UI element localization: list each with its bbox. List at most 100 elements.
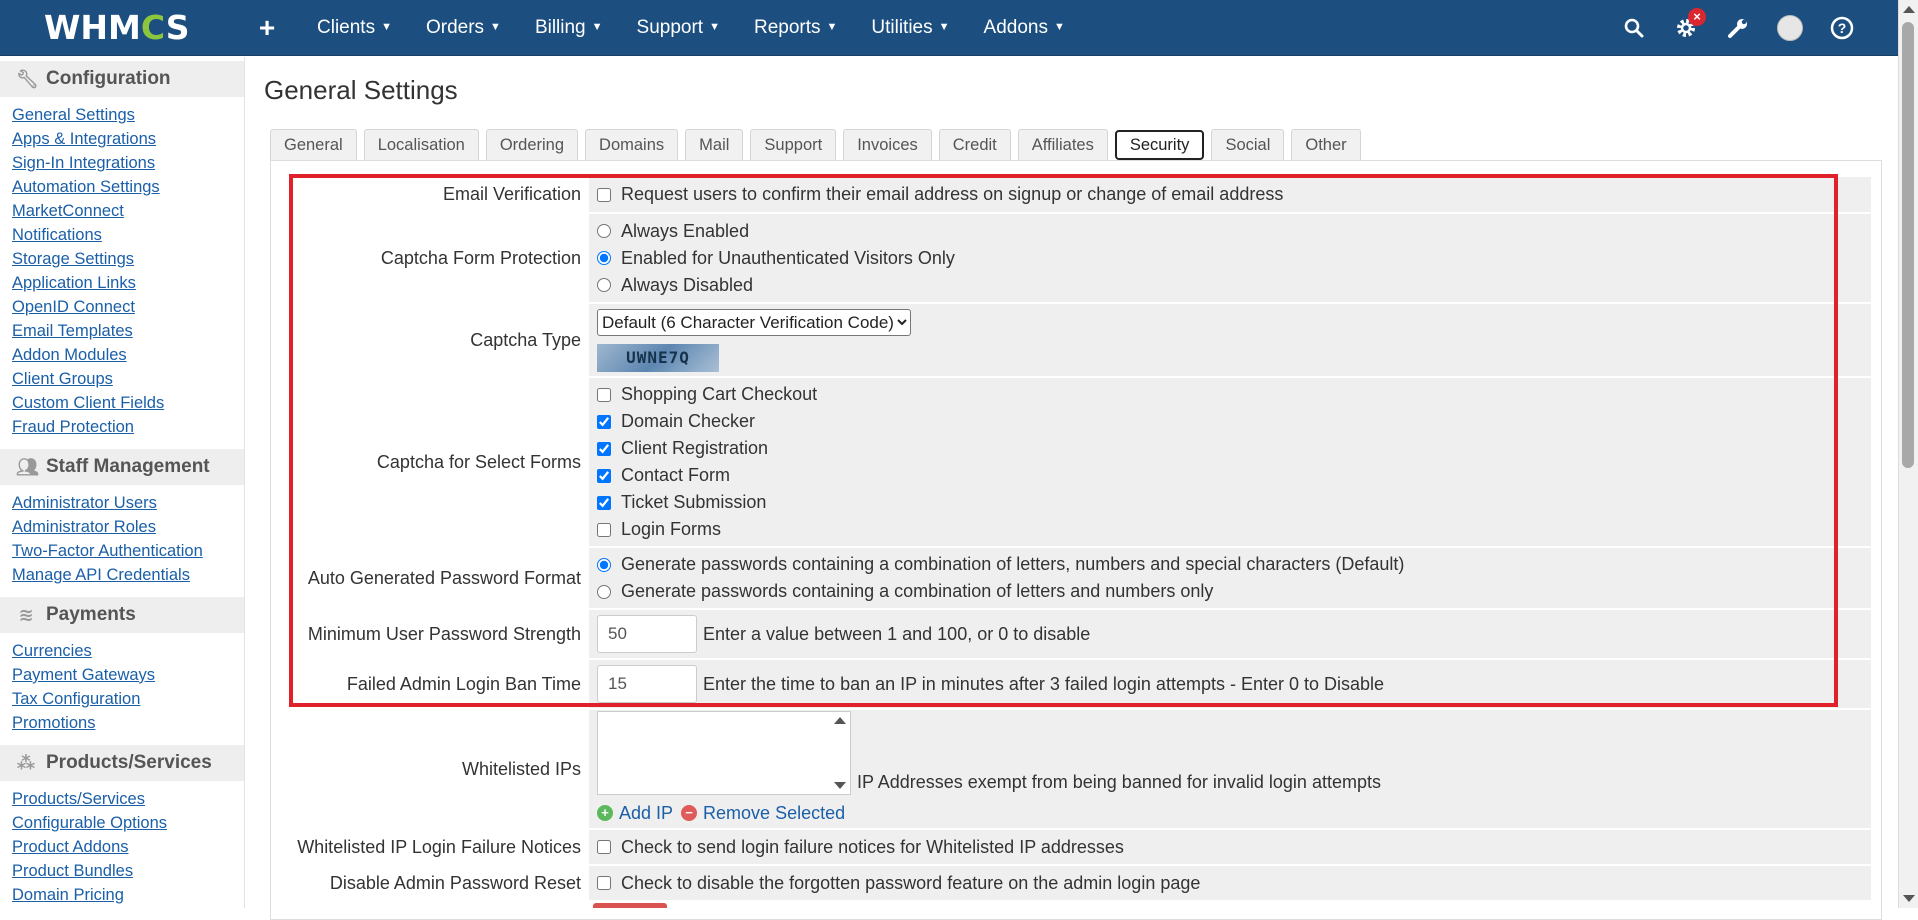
whitelist-notices-checkbox[interactable] [597, 840, 611, 854]
tab-general[interactable]: General [270, 129, 357, 161]
sidebar-link-two-factor-authentication[interactable]: Two-Factor Authentication [12, 539, 244, 563]
password-format-option-alnum[interactable]: Generate passwords containing a combinat… [597, 578, 1870, 605]
option-label: Request users to confirm their email add… [621, 184, 1284, 204]
notification-badge[interactable]: × [1688, 8, 1706, 26]
tab-other[interactable]: Other [1291, 129, 1361, 161]
sidebar-link-openid-connect[interactable]: OpenID Connect [12, 295, 244, 319]
form-option-domain-checker[interactable]: Domain Checker [597, 408, 1870, 435]
captcha-option-unauthenticated[interactable]: Enabled for Unauthenticated Visitors Onl… [597, 245, 1870, 272]
nav-clients[interactable]: Clients ▼ [300, 17, 409, 39]
radio-password-alnum[interactable] [597, 584, 611, 599]
nav-billing[interactable]: Billing ▼ [518, 17, 620, 39]
sidebar-link-product-bundles[interactable]: Product Bundles [12, 859, 244, 883]
radio-always-disabled[interactable] [597, 278, 611, 292]
whitelisted-ips-list[interactable] [597, 711, 851, 795]
sidebar-link-administrator-users[interactable]: Administrator Users [12, 491, 244, 515]
radio-always-enabled[interactable] [597, 224, 611, 238]
tab-ordering[interactable]: Ordering [485, 129, 579, 161]
remove-selected-button[interactable]: − Remove Selected [673, 803, 845, 824]
sidebar-link-tax-configuration[interactable]: Tax Configuration [12, 687, 244, 711]
nav-reports[interactable]: Reports ▼ [737, 17, 854, 39]
form-option-ticket-submission[interactable]: Ticket Submission [597, 489, 1870, 516]
tab-domains[interactable]: Domains [585, 129, 679, 161]
sidebar-link-product-addons[interactable]: Product Addons [12, 835, 244, 859]
quick-add-button[interactable]: + [252, 12, 282, 44]
add-ip-button[interactable]: + Add IP [597, 803, 673, 824]
scroll-down-arrow-icon[interactable] [834, 782, 846, 789]
tab-invoices[interactable]: Invoices [843, 129, 932, 161]
form-option-client-registration[interactable]: Client Registration [597, 435, 1870, 462]
radio-unauthenticated[interactable] [597, 251, 611, 265]
checkbox-login-forms[interactable] [597, 522, 611, 537]
page-scrollbar[interactable] [1898, 0, 1918, 908]
min-password-strength-input[interactable] [597, 615, 697, 653]
sidebar-link-payment-gateways[interactable]: Payment Gateways [12, 663, 244, 687]
sidebar-link-currencies[interactable]: Currencies [12, 639, 244, 663]
scroll-up-arrow-icon[interactable] [834, 717, 846, 724]
help-icon[interactable]: ? [1816, 0, 1868, 56]
tab-mail[interactable]: Mail [685, 129, 744, 161]
sidebar-link-notifications[interactable]: Notifications [12, 223, 244, 247]
scroll-down-arrow-icon[interactable] [1903, 895, 1915, 902]
sidebar-link-custom-client-fields[interactable]: Custom Client Fields [12, 391, 244, 415]
whitelist-notices-option[interactable]: Check to send login failure notices for … [597, 834, 1870, 861]
disable-password-reset-option[interactable]: Check to disable the forgotten password … [597, 870, 1870, 897]
password-format-option-special[interactable]: Generate passwords containing a combinat… [597, 551, 1870, 578]
checkbox-shopping-cart[interactable] [597, 387, 611, 402]
disable-password-reset-checkbox[interactable] [597, 876, 611, 890]
form-option-shopping-cart[interactable]: Shopping Cart Checkout [597, 381, 1870, 408]
sidebar-link-fraud-protection[interactable]: Fraud Protection [12, 415, 244, 439]
sidebar-link-administrator-roles[interactable]: Administrator Roles [12, 515, 244, 539]
sidebar-link-general-settings[interactable]: General Settings [12, 103, 244, 127]
email-verification-option[interactable]: Request users to confirm their email add… [597, 181, 1870, 208]
scrollbar-thumb[interactable] [1902, 22, 1914, 468]
nav-addons[interactable]: Addons ▼ [967, 17, 1082, 39]
form-option-login-forms[interactable]: Login Forms [597, 516, 1870, 543]
sidebar-section-configuration: 🔧︎ Configuration [0, 61, 244, 97]
checkbox-client-registration[interactable] [597, 441, 611, 456]
nav-utilities[interactable]: Utilities ▼ [854, 17, 966, 39]
whmcs-logo[interactable]: WHMCS [44, 8, 204, 47]
sidebar-link-promotions[interactable]: Promotions [12, 711, 244, 735]
sidebar-link-sign-in-integrations[interactable]: Sign-In Integrations [12, 151, 244, 175]
sidebar-link-domain-pricing[interactable]: Domain Pricing [12, 883, 244, 907]
checkbox-contact-form[interactable] [597, 468, 611, 483]
sidebar-link-application-links[interactable]: Application Links [12, 271, 244, 295]
captcha-type-select[interactable]: Default (6 Character Verification Code) [597, 308, 911, 336]
captcha-option-always-disabled[interactable]: Always Disabled [597, 272, 1870, 299]
tab-social[interactable]: Social [1211, 129, 1285, 161]
sidebar-link-marketconnect[interactable]: MarketConnect [12, 199, 244, 223]
row-captcha-type: Captcha Type Default (6 Character Verifi… [281, 303, 1871, 378]
partially-visible-button[interactable] [593, 903, 667, 908]
radio-password-special[interactable] [597, 557, 611, 572]
nav-support[interactable]: Support ▼ [620, 17, 737, 39]
checkbox-ticket-submission[interactable] [597, 495, 611, 510]
form-option-contact-form[interactable]: Contact Form [597, 462, 1870, 489]
gear-icon[interactable]: × [1660, 0, 1712, 56]
tab-affiliates[interactable]: Affiliates [1017, 129, 1108, 161]
sidebar-link-manage-api-credentials[interactable]: Manage API Credentials [12, 563, 244, 587]
nav-orders[interactable]: Orders ▼ [409, 17, 518, 39]
sidebar-link-storage-settings[interactable]: Storage Settings [12, 247, 244, 271]
captcha-preview-image: UWNE7Q [597, 343, 719, 372]
tab-support[interactable]: Support [750, 129, 837, 161]
wrench-icon[interactable] [1712, 0, 1764, 56]
sidebar-link-apps-integrations[interactable]: Apps & Integrations [12, 127, 244, 151]
tab-localisation[interactable]: Localisation [363, 129, 479, 161]
email-verification-checkbox[interactable] [597, 187, 611, 202]
sidebar-link-addon-modules[interactable]: Addon Modules [12, 343, 244, 367]
user-avatar[interactable] [1764, 0, 1816, 56]
tab-credit[interactable]: Credit [938, 129, 1011, 161]
search-icon[interactable] [1608, 0, 1660, 56]
sidebar-link-email-templates[interactable]: Email Templates [12, 319, 244, 343]
sidebar-link-automation-settings[interactable]: Automation Settings [12, 175, 244, 199]
sidebar-link-products-services[interactable]: Products/Services [12, 787, 244, 811]
ban-time-input[interactable] [597, 665, 697, 703]
checkbox-domain-checker[interactable] [597, 414, 611, 429]
scroll-up-arrow-icon[interactable] [1903, 6, 1915, 13]
sidebar-link-configurable-options[interactable]: Configurable Options [12, 811, 244, 835]
tab-security[interactable]: Security [1114, 130, 1205, 160]
sidebar-link-client-groups[interactable]: Client Groups [12, 367, 244, 391]
captcha-option-always-enabled[interactable]: Always Enabled [597, 218, 1870, 245]
chevron-down-icon: ▼ [490, 21, 501, 34]
